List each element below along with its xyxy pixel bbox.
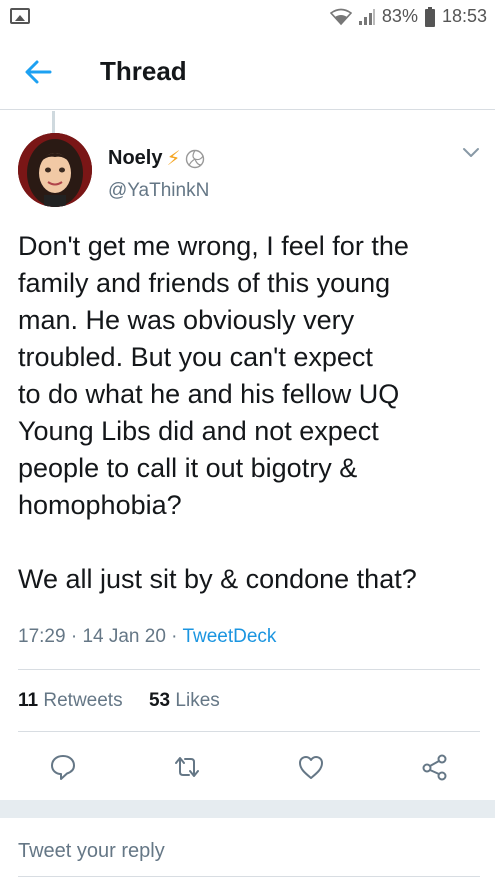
likes-link[interactable]: 53 Likes — [149, 690, 220, 711]
section-separator — [0, 800, 495, 818]
reply-icon[interactable] — [48, 752, 78, 782]
like-icon[interactable] — [296, 752, 326, 782]
tweet-meta: 17:29 · 14 Jan 20 · TweetDeck — [18, 626, 276, 648]
retweets-link[interactable]: 11 Retweets — [18, 690, 123, 711]
retweets-count: 11 — [18, 690, 39, 711]
page-title: Thread — [100, 56, 187, 86]
retweet-icon[interactable] — [172, 752, 202, 782]
divider — [18, 731, 480, 732]
avatar-illustration — [18, 133, 92, 207]
tweet-line: Young Libs did and not expect — [18, 416, 379, 446]
tweet-line: troubled. But you can't expect — [18, 342, 373, 372]
tweet-line: Don't get me wrong, I feel for the — [18, 231, 409, 261]
status-bar-right: 83% 18:53 — [329, 6, 487, 27]
tweet-date: 14 Jan 20 — [82, 626, 166, 647]
tweet-text: Don't get me wrong, I feel for the famil… — [18, 228, 488, 598]
thread-connector — [52, 111, 55, 133]
engagement-counts: 11 Retweets 53 Likes — [18, 690, 220, 712]
tweet-actions — [0, 748, 495, 788]
status-bar: 83% 18:53 — [0, 0, 495, 34]
clock: 18:53 — [441, 6, 487, 26]
tweet-line: We all just sit by & condone that? — [18, 564, 417, 594]
author-name-row[interactable]: Noely ⚡ — [108, 146, 205, 171]
likes-count: 53 — [148, 690, 171, 711]
signal-icon — [358, 8, 375, 25]
chevron-down-icon[interactable] — [462, 146, 480, 160]
tweet-line: man. He was obviously very — [18, 305, 355, 335]
reply-composer[interactable]: Tweet your reply — [0, 818, 495, 883]
volleyball-icon — [185, 149, 204, 168]
likes-label: Likes — [175, 690, 220, 711]
share-icon[interactable] — [420, 752, 450, 782]
reply-underline — [18, 876, 480, 877]
reply-placeholder[interactable]: Tweet your reply — [18, 840, 165, 863]
lightning-emoji: ⚡ — [166, 148, 181, 170]
author-handle[interactable]: @YaThinkN — [108, 180, 209, 202]
meta-separator: · — [65, 626, 83, 647]
divider — [18, 669, 480, 670]
app-bar: Thread — [0, 34, 495, 110]
battery-icon — [424, 6, 435, 27]
meta-separator: · — [165, 626, 183, 647]
tweet-source-link[interactable]: TweetDeck — [182, 626, 276, 647]
tweet-line: people to call it out bigotry & — [18, 453, 358, 483]
tweet-time: 17:29 — [18, 626, 66, 647]
author-name[interactable]: Noely — [108, 147, 162, 170]
avatar[interactable] — [18, 133, 92, 207]
back-arrow-icon[interactable] — [22, 56, 54, 88]
image-notification-icon — [10, 8, 30, 24]
battery-percent: 83% — [381, 6, 418, 26]
tweet-line: homophobia? — [18, 490, 182, 520]
wifi-icon — [329, 8, 352, 25]
retweets-label: Retweets — [43, 690, 123, 711]
tweet-line: to do what he and his fellow UQ — [18, 379, 400, 409]
tweet-line: family and friends of this young — [18, 268, 391, 298]
tweet-line-blank — [18, 524, 488, 561]
